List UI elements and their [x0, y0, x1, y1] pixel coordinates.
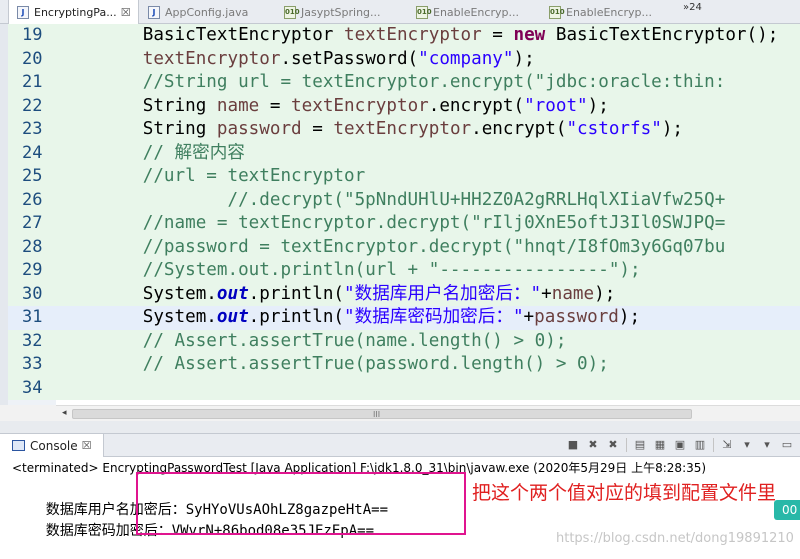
line-number: 25	[22, 166, 43, 186]
code-line[interactable]: 31 System.out.println("数据库密码加密后："+passwo…	[8, 306, 800, 330]
code-text: String name = textEncryptor.encrypt("roo…	[58, 95, 609, 116]
minimize-icon[interactable]: ▭	[780, 438, 794, 452]
code-editor[interactable]: 19 BasicTextEncryptor textEncryptor = ne…	[0, 24, 800, 405]
code-line[interactable]: 25 //url = textEncryptor	[8, 165, 800, 189]
line-number: 32	[22, 330, 43, 351]
toolbar-divider	[713, 438, 714, 452]
code-line[interactable]: 29 //System.out.println(url + "---------…	[8, 259, 800, 283]
view-separator	[0, 421, 800, 433]
line-number: 21	[22, 72, 43, 92]
line-number: 31	[22, 307, 43, 327]
scroll-corner	[0, 405, 56, 421]
tab-label: EnableEncryp...	[433, 5, 519, 19]
clear-console-icon[interactable]: ▤	[633, 438, 647, 452]
close-icon[interactable]: ☒	[121, 6, 131, 19]
remove-all-icon[interactable]: ✖	[606, 438, 620, 452]
class-file-icon: 010	[284, 5, 300, 19]
console-actions: ■ ✖ ✖ ▤ ▦ ▣ ▥ ⇲ ▾ ▾ ▭	[566, 438, 794, 452]
line-number: 24	[22, 142, 43, 163]
code-line[interactable]: 34	[8, 376, 800, 400]
line-number: 26	[22, 189, 43, 210]
close-icon[interactable]: ☒	[82, 439, 92, 452]
pin-console-icon[interactable]: ⇲	[720, 438, 734, 452]
code-text: textEncryptor.setPassword("company");	[142, 48, 535, 69]
word-wrap-icon[interactable]: ▣	[673, 438, 687, 452]
tab-label: AppConfig.java	[165, 5, 249, 19]
code-text: //.decrypt("5pNndUHlU+HH2Z0A2gRRLHqlXIia…	[227, 189, 726, 210]
remove-launch-icon[interactable]: ✖	[586, 438, 600, 452]
editor-ruler	[0, 24, 8, 405]
line-number: 34	[22, 377, 43, 398]
toolbar-divider	[626, 438, 627, 452]
editor-horizontal-scrollbar[interactable]: ◂ III	[56, 405, 800, 421]
code-line[interactable]: 32 // Assert.assertTrue(name.length() > …	[8, 329, 800, 353]
code-line[interactable]: 27 //name = textEncryptor.decrypt("rIlj0…	[8, 212, 800, 236]
code-text: System.out.println("数据库用户名加密后："+name);	[58, 283, 616, 304]
scrollbar-thumb[interactable]: III	[72, 409, 692, 419]
code-line[interactable]: 22 String name = textEncryptor.encrypt("…	[8, 94, 800, 118]
line-number: 29	[22, 260, 43, 280]
tab-label: JasyptSpring...	[301, 5, 381, 19]
console-tab-label: Console	[30, 438, 78, 453]
code-line[interactable]: 21 //String url = textEncryptor.encrypt(…	[8, 71, 800, 95]
terminate-icon[interactable]: ■	[566, 438, 580, 452]
tab-console[interactable]: Console ☒	[0, 434, 104, 457]
line-number: 20	[22, 48, 43, 69]
tab-enable-encryp-1[interactable]: 010 EnableEncryp...	[408, 0, 536, 24]
code-line[interactable]: 23 String password = textEncryptor.encry…	[8, 118, 800, 142]
line-number: 22	[22, 95, 43, 116]
class-file-icon: 010	[416, 5, 432, 19]
code-line[interactable]: 19 BasicTextEncryptor textEncryptor = ne…	[8, 24, 800, 48]
tab-enable-encryp-2[interactable]: 010 EnableEncryp...	[541, 0, 673, 24]
highlight-box	[136, 472, 466, 535]
code-text: //password = textEncryptor.decrypt("hnqt…	[142, 236, 726, 257]
tab-overflow-button[interactable]: »24	[683, 2, 702, 13]
tab-encrypting-password[interactable]: J EncryptingPa... ☒	[8, 0, 139, 24]
display-console-icon[interactable]: ▾	[740, 438, 754, 452]
scrollbar-grip: III	[373, 410, 381, 419]
code-lines: 19 BasicTextEncryptor textEncryptor = ne…	[8, 24, 800, 400]
console-icon	[12, 440, 25, 451]
code-text: BasicTextEncryptor textEncryptor = new B…	[58, 25, 779, 45]
watermark: https://blog.csdn.net/dong19891210	[556, 531, 794, 546]
code-text: //url = textEncryptor	[142, 166, 366, 186]
java-file-icon: J	[148, 5, 160, 19]
scroll-left-arrow-icon[interactable]: ◂	[62, 408, 67, 418]
line-number: 30	[22, 283, 43, 304]
line-number: 23	[22, 119, 43, 139]
code-text: // Assert.assertTrue(name.length() > 0);	[142, 330, 567, 351]
tab-label: EnableEncryp...	[566, 5, 652, 19]
code-text: // 解密内容	[142, 142, 245, 163]
tab-jasypt-spring[interactable]: 010 JasyptSpring...	[276, 0, 404, 24]
scroll-lock-icon[interactable]: ▦	[653, 438, 667, 452]
tab-appconfig[interactable]: J AppConfig.java	[140, 0, 268, 24]
code-text: // Assert.assertTrue(password.length() >…	[142, 354, 609, 374]
line-number: 27	[22, 213, 43, 233]
code-text: //System.out.println(url + "------------…	[142, 260, 641, 280]
show-console-icon[interactable]: ▥	[693, 438, 707, 452]
annotation-text: 把这个两个值对应的填到配置文件里	[472, 482, 777, 504]
code-text: //name = textEncryptor.decrypt("rIlj0XnE…	[142, 213, 726, 233]
console-toolbar: Console ☒ ■ ✖ ✖ ▤ ▦ ▣ ▥ ⇲ ▾ ▾ ▭	[0, 433, 800, 457]
tab-label: EncryptingPa...	[34, 5, 117, 19]
code-line[interactable]: 33 // Assert.assertTrue(password.length(…	[8, 353, 800, 377]
code-text: //String url = textEncryptor.encrypt("jd…	[142, 72, 726, 92]
java-file-icon: J	[17, 5, 29, 19]
side-float-button[interactable]: 00	[774, 500, 800, 520]
editor-tab-bar: J EncryptingPa... ☒ J AppConfig.java 010…	[0, 0, 800, 24]
class-file-icon: 010	[549, 5, 565, 19]
code-text: String password = textEncryptor.encrypt(…	[58, 119, 683, 139]
code-line[interactable]: 24 // 解密内容	[8, 141, 800, 165]
code-line[interactable]: 30 System.out.println("数据库用户名加密后："+name)…	[8, 282, 800, 306]
code-text: System.out.println("数据库密码加密后："+password)…	[58, 307, 641, 327]
code-line[interactable]: 20 textEncryptor.setPassword("company");	[8, 47, 800, 71]
line-number: 33	[22, 354, 43, 374]
open-console-icon[interactable]: ▾	[760, 438, 774, 452]
code-line[interactable]: 26 //.decrypt("5pNndUHlU+HH2Z0A2gRRLHqlX…	[8, 188, 800, 212]
line-number: 19	[22, 25, 43, 45]
code-line[interactable]: 28 //password = textEncryptor.decrypt("h…	[8, 235, 800, 259]
line-number: 28	[22, 236, 43, 257]
